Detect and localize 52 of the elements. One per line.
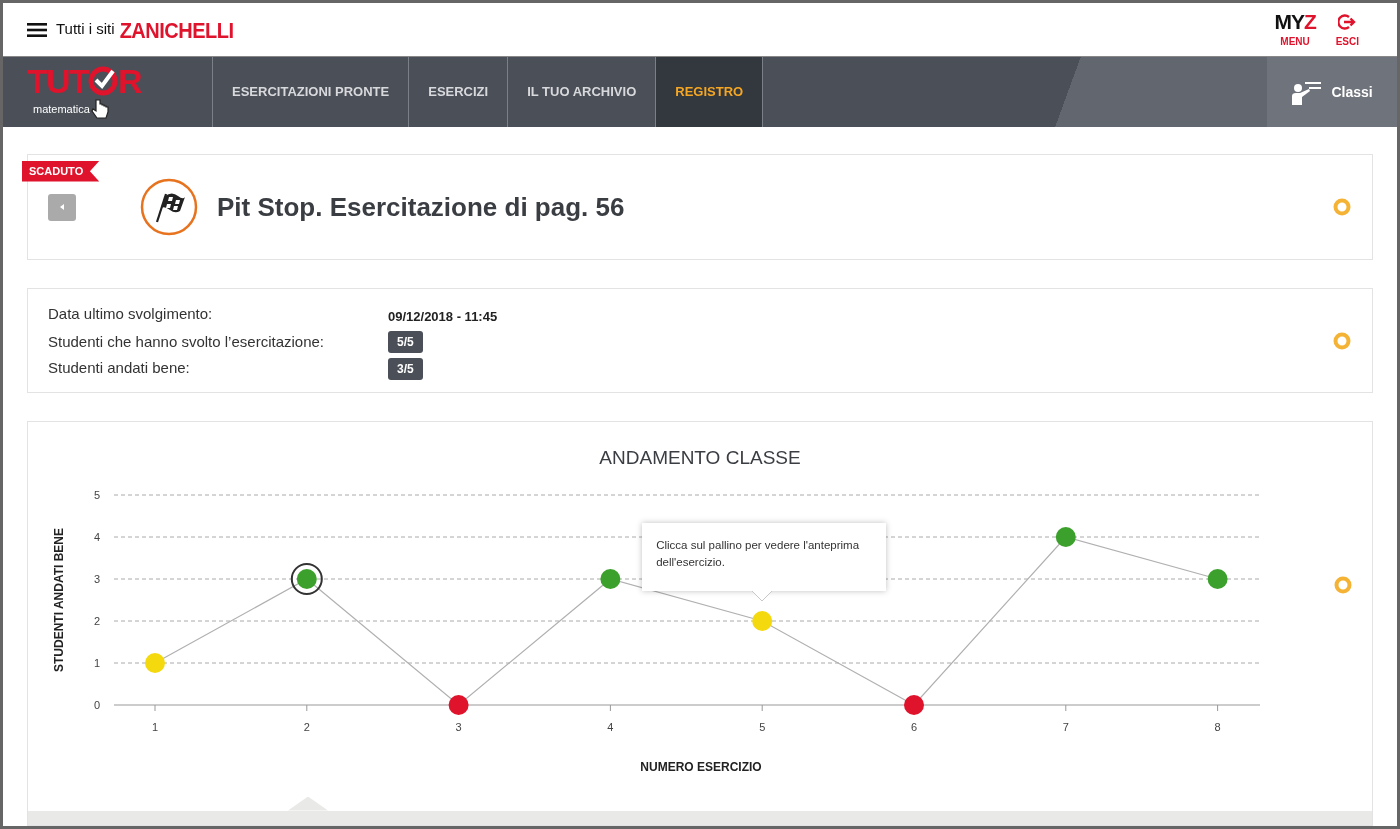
y-tick-label: 5 xyxy=(93,488,100,501)
y-tick-label: 0 xyxy=(93,698,100,711)
y-tick-label: 4 xyxy=(93,530,100,543)
tooltip-arrow-icon xyxy=(752,590,773,601)
count-badge: 5/5 xyxy=(388,331,423,353)
chart-title: ANDAMENTO CLASSE xyxy=(599,446,801,470)
data-point[interactable] xyxy=(1055,526,1076,547)
classes-button[interactable]: Classi xyxy=(1267,57,1397,127)
teacher-icon xyxy=(1291,79,1324,105)
x-tick-label: 2 xyxy=(303,720,310,733)
info-value: 09/12/2018 - 11:45 xyxy=(388,308,498,327)
exit-label[interactable]: ESCI xyxy=(1335,33,1359,49)
logout-icon[interactable] xyxy=(1338,11,1357,32)
x-tick-label: 1 xyxy=(151,720,159,733)
logo-subtitle: matematica xyxy=(33,101,90,117)
tooltip: Clicca sul pallino per vedere l'anteprima dell'esercizio. xyxy=(642,522,887,591)
x-tick-label: 4 xyxy=(607,720,614,733)
x-tick-label: 8 xyxy=(1214,720,1221,733)
x-axis-title: NUMERO ESERCIZIO xyxy=(640,759,762,774)
sites-menu-link[interactable]: Tutti i siti xyxy=(56,18,115,41)
y-tick-label: 1 xyxy=(93,656,100,669)
menu-label: MENU xyxy=(1280,34,1310,49)
x-tick-label: 6 xyxy=(910,720,918,733)
myz-logo[interactable]: MYZ xyxy=(1274,10,1316,32)
selected-data-point[interactable] xyxy=(290,562,323,595)
brand-logo[interactable]: ZANICHELLI xyxy=(119,13,234,46)
caret-left-icon xyxy=(60,204,64,210)
info-label: Studenti andati bene: xyxy=(48,358,191,379)
expired-ribbon: SCADUTO xyxy=(22,161,100,182)
check-circle-icon xyxy=(88,66,118,96)
data-point[interactable] xyxy=(600,568,621,589)
menu-icon[interactable] xyxy=(27,22,47,37)
x-tick-label: 3 xyxy=(455,720,462,733)
ring-icon[interactable] xyxy=(1333,331,1351,350)
data-point[interactable] xyxy=(1207,568,1228,589)
info-label: Studenti che hanno svolto l’esercitazione: xyxy=(48,331,325,352)
info-label: Data ultimo svolgimento: xyxy=(48,303,214,324)
pointer-hand-icon xyxy=(89,98,110,120)
ring-icon[interactable] xyxy=(1334,575,1352,594)
ring-icon[interactable] xyxy=(1333,198,1351,216)
exercise-title: Pit Stop. Esercitazione di pag. 56 xyxy=(217,190,625,224)
y-axis-title: STUDENTI ANDATI BENE xyxy=(52,527,66,672)
data-point[interactable] xyxy=(448,694,469,715)
x-tick-label: 5 xyxy=(759,720,766,733)
count-badge: 3/5 xyxy=(388,357,423,380)
checkered-flag-icon xyxy=(140,178,198,236)
x-tick-label: 7 xyxy=(1062,720,1069,733)
back-button[interactable] xyxy=(48,193,76,221)
nav-tab[interactable]: REGISTRO xyxy=(656,57,764,127)
data-point[interactable] xyxy=(904,694,924,715)
y-tick-label: 2 xyxy=(93,614,100,627)
y-tick-label: 3 xyxy=(93,572,100,585)
